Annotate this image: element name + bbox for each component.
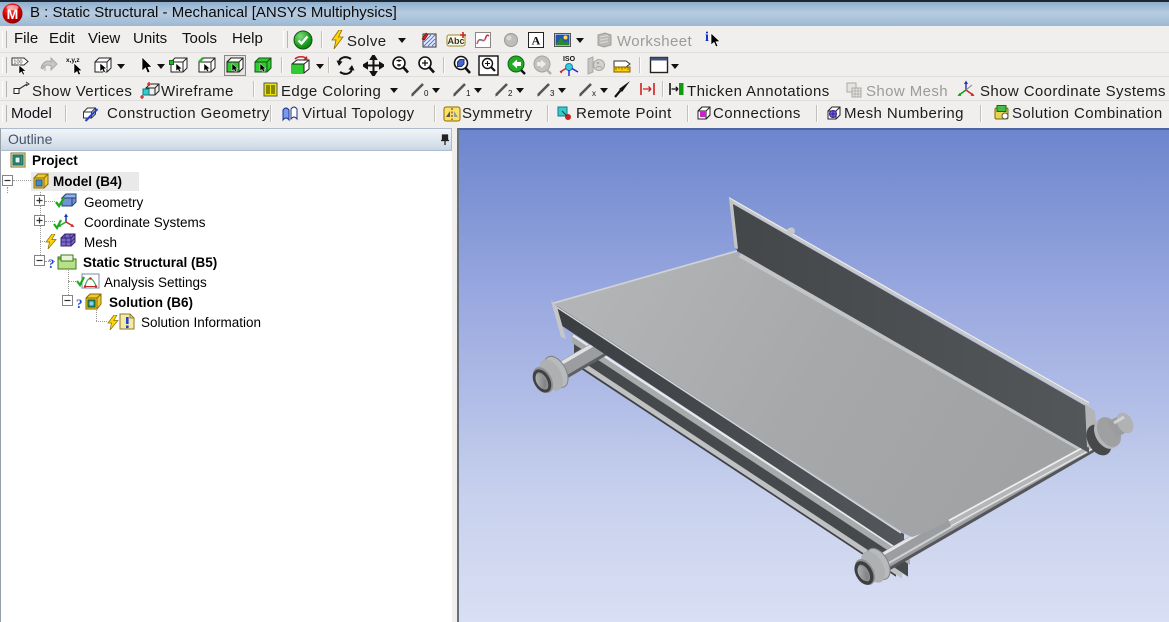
- svg-text:2: 2: [508, 89, 513, 98]
- svg-text:x: x: [592, 89, 596, 98]
- svg-text:ISO: ISO: [563, 56, 576, 63]
- svg-text:0: 0: [424, 89, 429, 98]
- svg-text:M: M: [7, 6, 19, 22]
- svg-text:3: 3: [550, 89, 555, 98]
- svg-text:x,y,z: x,y,z: [66, 57, 80, 64]
- svg-text:100: 100: [13, 60, 22, 66]
- svg-text:1: 1: [466, 89, 471, 98]
- svg-text:Abc: Abc: [447, 36, 464, 46]
- svg-text:A: A: [532, 34, 541, 48]
